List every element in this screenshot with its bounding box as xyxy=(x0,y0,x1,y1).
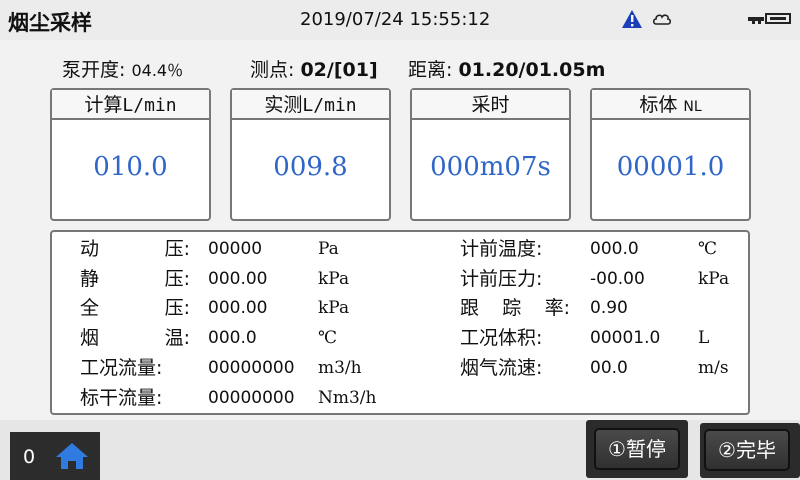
row-label-part: 工况流量: xyxy=(80,357,163,379)
finish-button[interactable]: ②完毕 xyxy=(700,423,800,478)
row-label-part: 全 xyxy=(80,297,100,319)
row-value: 00.0 xyxy=(590,358,628,378)
row-unit: Nm3/h xyxy=(318,388,377,408)
card-value: 00001.0 xyxy=(616,152,725,182)
row-unit: ℃ xyxy=(318,328,338,348)
card-measured-flow: 实测L/min 009.8 xyxy=(230,88,391,221)
cloud-icon xyxy=(652,14,672,25)
pump-opening: 泵开度: 04.4％ xyxy=(62,55,183,82)
pump-opening-value: 04.4％ xyxy=(131,61,184,80)
row-label-part: 压: xyxy=(164,297,190,319)
measure-point-value: 02/[01] xyxy=(300,59,378,81)
row-value: 000.00 xyxy=(208,298,268,318)
measurement-panel: 动压: 00000 Pa 静压: 000.00 kPa 全压: 000.00 kPa 烟温: 000… xyxy=(50,230,750,415)
app-title: 烟尘采样 xyxy=(8,11,92,35)
row-value: 000.0 xyxy=(208,328,257,348)
row-label-part: 踪 xyxy=(502,297,522,319)
row-unit: L xyxy=(698,328,710,348)
card-value: 010.0 xyxy=(93,152,168,182)
row-label-part: 计前压力: xyxy=(460,268,543,290)
row-label: 全 压: xyxy=(80,296,190,320)
row-label-part: 计前温度: xyxy=(460,238,543,260)
pump-opening-label: 泵开度: xyxy=(62,59,126,81)
row-unit: kPa xyxy=(698,269,730,289)
card-title: 实测 xyxy=(264,94,303,116)
row-label: 烟 温: xyxy=(80,326,190,350)
row-label: 静 压: xyxy=(80,267,190,291)
row-value: 00000 xyxy=(208,239,263,259)
card-standard-volume: 标体 NL 00001.0 xyxy=(590,88,751,221)
distance: 距离: 01.20/01.05m xyxy=(408,55,605,82)
row-label-part: 动 xyxy=(80,238,100,260)
card-title: 计算 xyxy=(84,94,123,116)
row-unit: Pa xyxy=(318,239,339,259)
finish-button-label: ②完毕 xyxy=(704,429,790,471)
home-button[interactable]: 0 xyxy=(10,432,100,480)
row-label: 跟踪率: xyxy=(460,296,570,320)
card-title: 采时 xyxy=(471,94,510,116)
row-unit: m/s xyxy=(698,358,729,378)
measure-point: 测点: 02/[01] xyxy=(250,55,378,82)
card-header: 标体 NL xyxy=(592,90,749,120)
card-unit: NL xyxy=(683,99,702,115)
row-value: 00001.0 xyxy=(590,328,661,348)
distance-value: 01.20/01.05m xyxy=(458,59,606,81)
row-label: 工况流量: xyxy=(80,356,190,380)
page-number: 0 xyxy=(23,446,36,468)
row-label: 计前温度: xyxy=(460,237,570,261)
row-label: 动 压: xyxy=(80,237,190,261)
card-unit: L/min xyxy=(122,95,177,116)
row-value: 00000000 xyxy=(208,388,295,408)
row-label: 工况体积: xyxy=(460,326,570,350)
row-value: 000.00 xyxy=(208,269,268,289)
card-header: 实测L/min xyxy=(232,90,389,120)
pause-button[interactable]: ①暂停 xyxy=(586,420,688,478)
card-title: 标体 xyxy=(639,94,678,116)
row-label-part: 压: xyxy=(164,238,190,260)
row-label-part: 烟气流速: xyxy=(460,357,543,379)
distance-label: 距离: xyxy=(408,59,453,81)
row-unit: m3/h xyxy=(318,358,362,378)
row-label-part: 温: xyxy=(164,327,190,349)
warning-icon xyxy=(622,10,642,28)
row-unit: ℃ xyxy=(698,239,718,259)
measure-point-label: 测点: xyxy=(250,59,295,81)
row-label-part: 标干流量: xyxy=(80,387,163,409)
row-value: 000.0 xyxy=(590,239,639,259)
key-icon xyxy=(748,13,791,24)
card-value: 009.8 xyxy=(273,152,348,182)
row-label-part: 静 xyxy=(80,268,100,290)
row-label-part: 压: xyxy=(164,268,190,290)
row-label: 计前压力: xyxy=(460,267,570,291)
row-label-part: 率: xyxy=(544,297,570,319)
card-sampling-time: 采时 000m07s xyxy=(410,88,571,221)
row-value: 0.90 xyxy=(590,298,628,318)
row-unit: kPa xyxy=(318,269,350,289)
home-icon xyxy=(56,443,88,469)
card-unit: L/min xyxy=(302,95,357,116)
datetime: 2019/07/24 15:55:12 xyxy=(300,9,491,30)
card-calculated-flow: 计算L/min 010.0 xyxy=(50,88,211,221)
row-label: 标干流量: xyxy=(80,386,190,410)
pause-button-label: ①暂停 xyxy=(594,428,680,470)
card-header: 计算L/min xyxy=(52,90,209,120)
row-label-part: 烟 xyxy=(80,327,100,349)
row-label-part: 跟 xyxy=(460,297,480,319)
card-header: 采时 xyxy=(412,90,569,120)
status-bar: 烟尘采样 2019/07/24 15:55:12 xyxy=(0,0,800,40)
row-value: -00.00 xyxy=(590,269,645,289)
row-label-part: 工况体积: xyxy=(460,327,543,349)
row-unit: kPa xyxy=(318,298,350,318)
row-label: 烟气流速: xyxy=(460,356,570,380)
card-value: 000m07s xyxy=(430,152,551,182)
row-value: 00000000 xyxy=(208,358,295,378)
